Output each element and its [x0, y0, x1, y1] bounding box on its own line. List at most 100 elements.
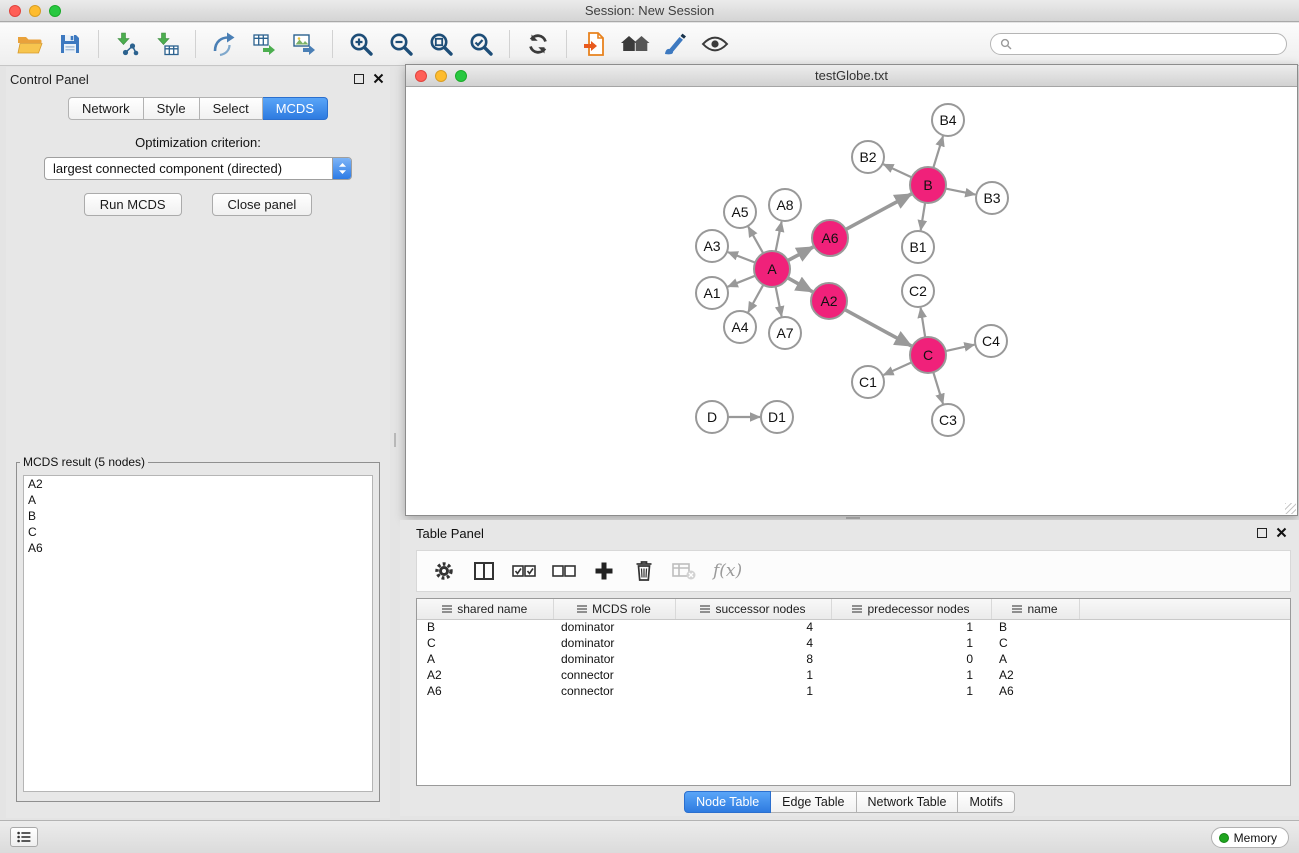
- open-session-button[interactable]: [10, 24, 50, 64]
- table-row[interactable]: A6connector11A6: [417, 683, 1290, 699]
- toolbar-search-input[interactable]: [1017, 37, 1277, 51]
- graph-edge-A-A2[interactable]: [788, 278, 813, 292]
- unselect-all-button[interactable]: [545, 552, 582, 590]
- graph-edge-A6-B[interactable]: [846, 194, 912, 229]
- column-header-mcds-role[interactable]: MCDS role: [553, 599, 675, 619]
- tab-motifs[interactable]: Motifs: [958, 791, 1014, 813]
- result-item[interactable]: A6: [24, 540, 372, 556]
- minimize-network-button[interactable]: [435, 70, 447, 82]
- graph-edge-C-C3[interactable]: [933, 372, 943, 404]
- vertical-splitter[interactable]: [390, 67, 400, 818]
- graph-node-D[interactable]: D: [696, 401, 728, 433]
- graph-node-A7[interactable]: A7: [769, 317, 801, 349]
- zoom-in-button[interactable]: [341, 24, 381, 64]
- graph-node-B2[interactable]: B2: [852, 141, 884, 173]
- graph-node-A4[interactable]: A4: [724, 311, 756, 343]
- export-table-button[interactable]: [244, 24, 284, 64]
- run-mcds-button[interactable]: Run MCDS: [84, 193, 182, 216]
- column-header-name[interactable]: name: [991, 599, 1079, 619]
- graph-node-B4[interactable]: B4: [932, 104, 964, 136]
- import-network-button[interactable]: [107, 24, 147, 64]
- add-column-button[interactable]: [585, 552, 622, 590]
- graph-edge-A-A4[interactable]: [748, 285, 763, 312]
- tab-select[interactable]: Select: [200, 97, 263, 120]
- graph-edge-B-B3[interactable]: [946, 189, 976, 195]
- toolbar-search-box[interactable]: [990, 33, 1287, 55]
- graph-edge-B-B1[interactable]: [921, 203, 925, 230]
- tab-network[interactable]: Network: [68, 97, 144, 120]
- tab-style[interactable]: Style: [144, 97, 200, 120]
- column-header-shared-name[interactable]: shared name: [417, 599, 553, 619]
- float-table-panel-icon[interactable]: [1257, 528, 1267, 538]
- graph-node-C2[interactable]: C2: [902, 275, 934, 307]
- float-panel-icon[interactable]: [354, 74, 364, 84]
- network-canvas[interactable]: B4B2BB3A8A5A6B1A3AC2A1A2A4A7C4CC1DD1C3: [406, 88, 1297, 515]
- close-panel-icon[interactable]: [373, 73, 384, 84]
- graph-node-C[interactable]: C: [910, 337, 946, 373]
- graph-node-C3[interactable]: C3: [932, 404, 964, 436]
- graph-edge-A-A7[interactable]: [776, 287, 782, 317]
- function-builder-button[interactable]: f(x): [713, 561, 742, 581]
- memory-button[interactable]: Memory: [1211, 827, 1289, 848]
- graph-edge-B-B4[interactable]: [933, 136, 943, 168]
- graph-node-B3[interactable]: B3: [976, 182, 1008, 214]
- graph-node-A5[interactable]: A5: [724, 196, 756, 228]
- result-item[interactable]: A2: [24, 476, 372, 492]
- result-item[interactable]: A: [24, 492, 372, 508]
- result-item[interactable]: B: [24, 508, 372, 524]
- export-document-button[interactable]: [575, 24, 615, 64]
- graph-node-A2[interactable]: A2: [811, 283, 847, 319]
- graph-edge-C-C4[interactable]: [946, 345, 975, 351]
- result-item[interactable]: C: [24, 524, 372, 540]
- save-session-button[interactable]: [50, 24, 90, 64]
- home-button[interactable]: [615, 24, 655, 64]
- graph-node-A8[interactable]: A8: [769, 189, 801, 221]
- close-network-button[interactable]: [415, 70, 427, 82]
- tab-edge-table[interactable]: Edge Table: [771, 791, 856, 813]
- graph-node-B1[interactable]: B1: [902, 231, 934, 263]
- graph-node-A[interactable]: A: [754, 251, 790, 287]
- graph-node-B[interactable]: B: [910, 167, 946, 203]
- select-all-button[interactable]: [505, 552, 542, 590]
- refresh-button[interactable]: [518, 24, 558, 64]
- eye-button[interactable]: [695, 24, 735, 64]
- tab-node-table[interactable]: Node Table: [684, 791, 771, 813]
- zoom-window-button[interactable]: [49, 5, 61, 17]
- close-table-panel-icon[interactable]: [1276, 527, 1287, 538]
- delete-column-button[interactable]: [625, 552, 662, 590]
- resize-grip-icon[interactable]: [1285, 503, 1296, 514]
- mcds-result-list[interactable]: A2ABCA6: [23, 475, 373, 792]
- zoom-network-button[interactable]: [455, 70, 467, 82]
- tab-mcds[interactable]: MCDS: [263, 97, 328, 120]
- column-header-predecessor-nodes[interactable]: predecessor nodes: [831, 599, 991, 619]
- table-row[interactable]: Adominator80A: [417, 651, 1290, 667]
- graph-node-A3[interactable]: A3: [696, 230, 728, 262]
- import-table-button[interactable]: [147, 24, 187, 64]
- zoom-out-button[interactable]: [381, 24, 421, 64]
- graph-node-A6[interactable]: A6: [812, 220, 848, 256]
- column-header-successor-nodes[interactable]: successor nodes: [675, 599, 831, 619]
- statusbar-menu-button[interactable]: [10, 827, 38, 847]
- graph-edge-A2-C[interactable]: [845, 310, 912, 346]
- table-row[interactable]: Bdominator41B: [417, 619, 1290, 635]
- graph-edge-C-C1[interactable]: [884, 362, 912, 375]
- table-settings-button[interactable]: [425, 552, 462, 590]
- graph-edge-C-C2[interactable]: [921, 308, 926, 337]
- table-row[interactable]: Cdominator41C: [417, 635, 1290, 651]
- graph-node-C1[interactable]: C1: [852, 366, 884, 398]
- minimize-window-button[interactable]: [29, 5, 41, 17]
- delete-table-button[interactable]: [665, 552, 702, 590]
- graph-edge-A-A5[interactable]: [748, 227, 763, 254]
- export-network-button[interactable]: [204, 24, 244, 64]
- criterion-dropdown[interactable]: largest connected component (directed): [44, 157, 352, 180]
- graph-node-A1[interactable]: A1: [696, 277, 728, 309]
- paintbrush-button[interactable]: [655, 24, 695, 64]
- show-columns-button[interactable]: [465, 552, 502, 590]
- graph-edge-A-A3[interactable]: [728, 252, 755, 263]
- close-panel-button[interactable]: Close panel: [212, 193, 313, 216]
- graph-edge-A-A8[interactable]: [776, 222, 782, 252]
- graph-edge-A-A6[interactable]: [788, 247, 813, 261]
- close-window-button[interactable]: [9, 5, 21, 17]
- tab-network-table[interactable]: Network Table: [857, 791, 959, 813]
- graph-edge-A-A1[interactable]: [728, 276, 756, 287]
